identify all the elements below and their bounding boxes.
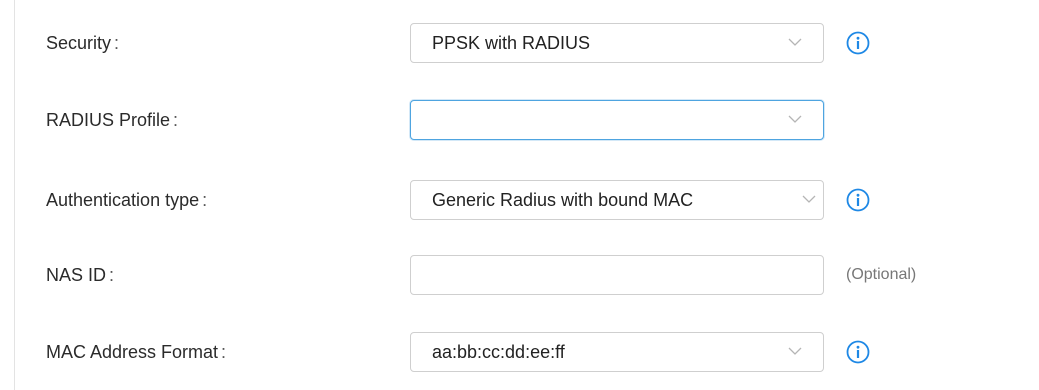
info-icon[interactable]: [846, 31, 870, 55]
security-label-colon: :: [114, 33, 120, 53]
mac-address-format-label-text: MAC Address Format: [46, 342, 219, 362]
chevron-down-icon: [788, 38, 802, 46]
nas-id-label-text: NAS ID: [46, 265, 107, 285]
mac-address-format-row: MAC Address Format: aa:bb:cc:dd:ee:ff: [0, 332, 1039, 372]
mac-address-format-select-value: aa:bb:cc:dd:ee:ff: [432, 342, 565, 362]
security-select[interactable]: PPSK with RADIUS: [410, 23, 824, 63]
mac-address-format-select[interactable]: aa:bb:cc:dd:ee:ff: [410, 332, 824, 372]
authentication-type-row: Authentication type: Generic Radius with…: [0, 180, 1039, 220]
radius-profile-select[interactable]: [410, 100, 824, 140]
security-label: Security:: [46, 23, 119, 63]
authentication-type-label: Authentication type:: [46, 180, 207, 220]
radius-profile-row: RADIUS Profile:: [0, 100, 1039, 140]
security-row: Security: PPSK with RADIUS: [0, 23, 1039, 63]
nas-id-input[interactable]: [410, 255, 824, 295]
chevron-down-icon: [788, 347, 802, 355]
mac-address-format-label: MAC Address Format:: [46, 332, 226, 372]
radius-profile-label-text: RADIUS Profile: [46, 110, 171, 130]
authentication-type-label-text: Authentication type: [46, 190, 200, 210]
wireless-security-settings-panel: Security: PPSK with RADIUS RADIUS Profil…: [0, 0, 1039, 390]
nas-id-label: NAS ID:: [46, 255, 114, 295]
chevron-down-icon: [788, 115, 802, 123]
security-select-value: PPSK with RADIUS: [432, 33, 591, 53]
authentication-type-select[interactable]: Generic Radius with bound MAC: [410, 180, 824, 220]
nas-id-row: NAS ID: (Optional): [0, 255, 1039, 295]
nas-id-optional-hint: (Optional): [846, 266, 917, 283]
nas-id-label-colon: :: [109, 265, 115, 285]
authentication-type-label-colon: :: [202, 190, 208, 210]
info-icon[interactable]: [846, 340, 870, 364]
radius-profile-label: RADIUS Profile:: [46, 100, 178, 140]
authentication-type-select-value: Generic Radius with bound MAC: [432, 190, 694, 210]
radius-profile-label-colon: :: [173, 110, 179, 130]
security-label-text: Security: [46, 33, 112, 53]
mac-address-format-label-colon: :: [221, 342, 227, 362]
radius-profile-select-value: [432, 101, 792, 139]
chevron-down-icon: [802, 195, 816, 203]
info-icon[interactable]: [846, 188, 870, 212]
